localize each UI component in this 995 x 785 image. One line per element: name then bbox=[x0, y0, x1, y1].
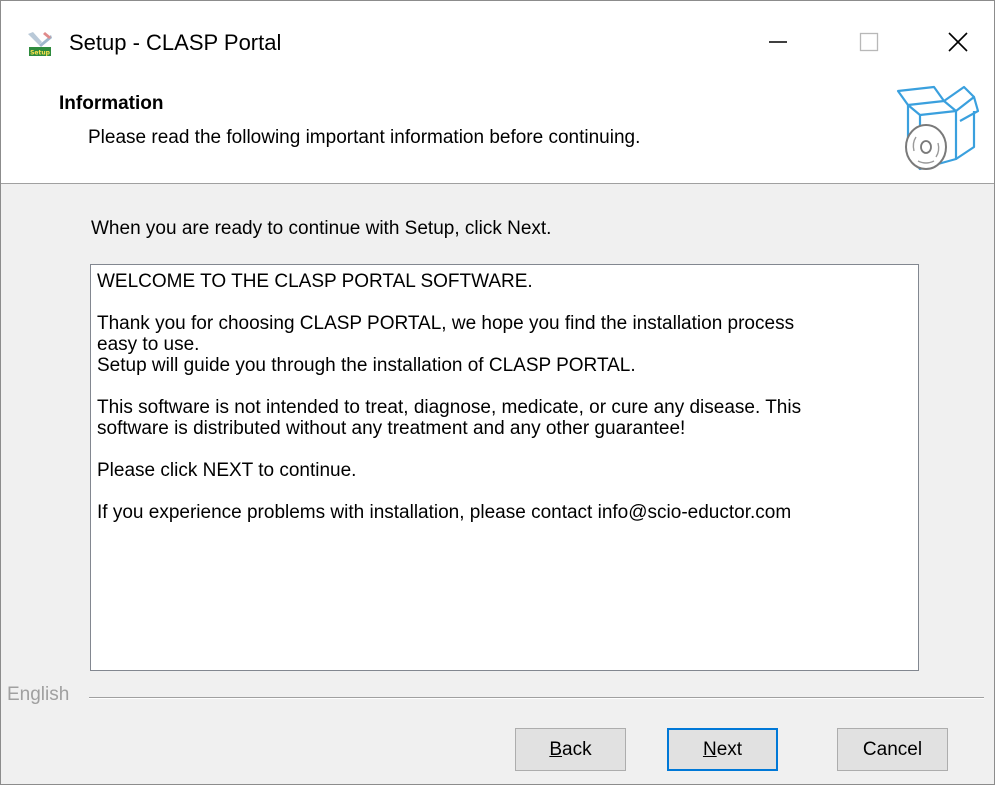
separator-line bbox=[89, 697, 984, 699]
info-paragraph: WELCOME TO THE CLASP PORTAL SOFTWARE. bbox=[97, 271, 533, 292]
instructions-label: When you are ready to continue with Setu… bbox=[91, 218, 552, 239]
language-label: English bbox=[7, 684, 78, 706]
info-paragraph: Please click NEXT to continue. bbox=[97, 460, 357, 481]
info-paragraph: This software is not intended to treat, … bbox=[97, 397, 802, 439]
title-bar[interactable]: Setup Setup - CLASP Portal bbox=[1, 1, 994, 79]
page-title: Information bbox=[59, 93, 164, 114]
back-button[interactable]: Back bbox=[515, 728, 626, 771]
maximize-icon bbox=[859, 32, 879, 52]
page-description: Please read the following important info… bbox=[88, 127, 641, 148]
information-memo[interactable]: WELCOME TO THE CLASP PORTAL SOFTWARE. Th… bbox=[90, 264, 919, 671]
info-paragraph: If you experience problems with installa… bbox=[97, 502, 792, 523]
language-separator: English bbox=[1, 684, 994, 710]
minimize-button[interactable] bbox=[731, 1, 823, 79]
setup-window: Setup Setup - CLASP Portal Information P… bbox=[0, 0, 995, 785]
next-label: ext bbox=[716, 739, 743, 760]
next-button[interactable]: Next bbox=[667, 728, 778, 771]
back-label: ack bbox=[562, 739, 592, 760]
next-accelerator: N bbox=[702, 739, 717, 760]
info-paragraph: Thank you for choosing CLASP PORTAL, we … bbox=[97, 313, 795, 376]
maximize-button[interactable] bbox=[823, 1, 915, 79]
cancel-button[interactable]: Cancel bbox=[837, 728, 948, 771]
close-button[interactable] bbox=[915, 1, 994, 79]
header-panel: Information Please read the following im… bbox=[1, 79, 994, 184]
minimize-icon bbox=[769, 41, 787, 43]
install-box-icon bbox=[886, 81, 986, 181]
setup-icon: Setup bbox=[25, 29, 55, 59]
close-icon bbox=[948, 32, 968, 52]
window-title: Setup - CLASP Portal bbox=[69, 30, 282, 55]
svg-text:Setup: Setup bbox=[30, 50, 51, 57]
back-accelerator: B bbox=[549, 739, 563, 760]
